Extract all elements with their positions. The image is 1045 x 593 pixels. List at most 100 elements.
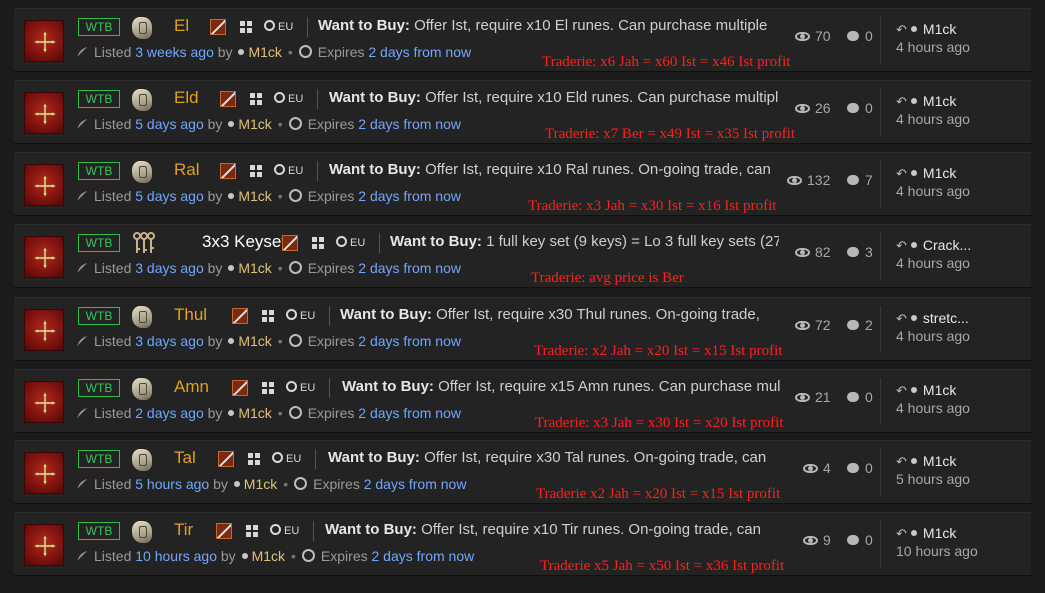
last-reply-name[interactable]: M1ck — [923, 525, 956, 541]
listing-title[interactable]: Want to Buy: Offer Ist, require x30 Thul… — [340, 304, 780, 326]
listing-title[interactable]: Want to Buy: Offer Ist, require x10 El r… — [318, 15, 780, 37]
listed-time[interactable]: 2 days ago — [135, 405, 204, 421]
author-link[interactable]: M1ck — [252, 548, 285, 564]
price-annotation: Traderie x5 Jah = x50 Ist = x36 Ist prof… — [540, 558, 785, 574]
expires-time[interactable]: 2 days from now — [372, 548, 475, 564]
author-link[interactable]: M1ck — [238, 188, 271, 204]
listed-time[interactable]: 5 days ago — [135, 116, 204, 132]
listing-row[interactable]: WTB Ral EU Want to Buy: Offer Ist, require … — [14, 152, 1031, 216]
author-link[interactable]: M1ck — [244, 476, 277, 492]
divider — [880, 378, 881, 424]
separator-dot: • — [277, 116, 283, 132]
views-value: 26 — [815, 100, 831, 116]
last-reply-time: 4 hours ago — [896, 400, 970, 416]
last-reply-name[interactable]: M1ck — [923, 165, 956, 181]
last-reply-user[interactable]: ↶ M1ck — [896, 92, 956, 111]
cross-icon — [33, 534, 57, 558]
views-value: 72 — [815, 317, 831, 333]
listing-avatar[interactable] — [24, 524, 64, 566]
listed-time[interactable]: 3 weeks ago — [135, 44, 214, 60]
listing-row[interactable]: WTB Tal EU Want to Buy: Offer Ist, require … — [14, 440, 1031, 504]
last-reply-name[interactable]: M1ck — [923, 93, 956, 109]
listing-title[interactable]: Want to Buy: Offer Ist, require x30 Tal … — [328, 447, 779, 469]
last-reply-name[interactable]: M1ck — [923, 382, 956, 398]
listing-avatar[interactable] — [24, 164, 64, 206]
globe-icon — [286, 381, 297, 392]
listing-row[interactable]: WTB 3x3 Keyset EU Want to Buy: 1 full key s… — [14, 224, 1031, 288]
separator-dot: • — [287, 44, 293, 60]
listing-row[interactable]: WTB El EU Want to Buy: Offer Ist, require x… — [14, 8, 1031, 72]
author-link[interactable]: M1ck — [238, 405, 271, 421]
ladder-icon — [218, 451, 234, 467]
author-link[interactable]: M1ck — [248, 44, 281, 60]
listing-row[interactable]: WTB Thul EU Want to Buy: Offer Ist, require… — [14, 297, 1031, 361]
listing-title[interactable]: Want to Buy: Offer Ist, require x10 Tir … — [325, 519, 779, 541]
by-label: by — [203, 188, 227, 204]
user-status-icon — [910, 315, 917, 321]
item-name[interactable]: Tir — [174, 519, 193, 541]
item-name[interactable]: Ral — [174, 159, 200, 181]
item-name[interactable]: 3x3 Keyset — [202, 231, 286, 253]
listed-time[interactable]: 5 hours ago — [135, 476, 209, 492]
last-reply-user[interactable]: ↶ M1ck — [896, 452, 956, 471]
listing-avatar[interactable] — [24, 92, 64, 134]
listing-avatar[interactable] — [24, 381, 64, 423]
listing-row[interactable]: WTB Eld EU Want to Buy: Offer Ist, require … — [14, 80, 1031, 144]
expires-time[interactable]: 2 days from now — [358, 333, 461, 349]
listing-title[interactable]: Want to Buy: Offer Ist, require x15 Amn … — [342, 376, 780, 398]
listing-row[interactable]: WTB Tir EU Want to Buy: Offer Ist, require … — [14, 512, 1031, 576]
wtb-badge: WTB — [78, 90, 120, 108]
listing-title[interactable]: Want to Buy: Offer Ist, require x10 Ral … — [329, 159, 779, 181]
listed-time[interactable]: 3 days ago — [135, 333, 204, 349]
last-reply-user[interactable]: ↶ M1ck — [896, 381, 956, 400]
separator-dot: • — [291, 548, 296, 564]
last-reply-user[interactable]: ↶ M1ck — [896, 164, 956, 183]
listing-avatar[interactable] — [24, 309, 64, 351]
comment-icon — [847, 320, 859, 330]
listing-row[interactable]: WTB Amn EU Want to Buy: Offer Ist, require … — [14, 369, 1031, 433]
item-name[interactable]: Tal — [174, 447, 196, 469]
rune-icon — [132, 449, 152, 471]
listing-avatar[interactable] — [24, 236, 64, 278]
expires-time[interactable]: 2 days from now — [368, 44, 471, 60]
listing-title[interactable]: Want to Buy: Offer Ist, require x10 Eld … — [329, 87, 779, 109]
last-reply-name[interactable]: M1ck — [923, 453, 956, 469]
stopwatch-icon — [301, 549, 315, 562]
author-link[interactable]: M1ck — [238, 260, 271, 276]
user-status-icon — [228, 193, 235, 199]
expires-time[interactable]: 2 days from now — [358, 188, 461, 204]
region-tag: EU — [264, 18, 293, 36]
author-link[interactable]: M1ck — [238, 333, 271, 349]
listed-time[interactable]: 3 days ago — [135, 260, 204, 276]
item-name[interactable]: Amn — [174, 376, 209, 398]
listing-title[interactable]: Want to Buy: 1 full key set (9 keys) = L… — [390, 231, 779, 253]
user-status-icon — [228, 121, 235, 127]
user-status-icon — [910, 242, 917, 248]
last-reply-time: 4 hours ago — [896, 111, 970, 127]
eye-icon — [795, 248, 810, 257]
last-reply-user[interactable]: ↶ stretc... — [896, 309, 969, 328]
globe-icon — [272, 452, 283, 463]
item-name[interactable]: Thul — [174, 304, 207, 326]
expires-time[interactable]: 2 days from now — [358, 260, 461, 276]
item-name[interactable]: Eld — [174, 87, 199, 109]
last-reply-name[interactable]: M1ck — [923, 21, 956, 37]
last-reply-name[interactable]: stretc... — [923, 310, 969, 326]
quill-icon — [76, 547, 88, 561]
listing-avatar[interactable] — [24, 20, 64, 62]
last-reply-user[interactable]: ↶ Crack... — [896, 236, 971, 255]
listing-avatar[interactable] — [24, 452, 64, 494]
last-reply-name[interactable]: Crack... — [923, 237, 971, 253]
last-reply-user[interactable]: ↶ M1ck — [896, 524, 956, 543]
by-label: by — [216, 548, 240, 564]
expires-time[interactable]: 2 days from now — [358, 405, 461, 421]
listed-time[interactable]: 10 hours ago — [135, 548, 217, 564]
author-link[interactable]: M1ck — [238, 116, 271, 132]
eye-icon — [795, 321, 810, 330]
wtb-badge: WTB — [78, 307, 120, 325]
expires-time[interactable]: 2 days from now — [364, 476, 467, 492]
listed-time[interactable]: 5 days ago — [135, 188, 204, 204]
last-reply-user[interactable]: ↶ M1ck — [896, 20, 956, 39]
expires-time[interactable]: 2 days from now — [358, 116, 461, 132]
item-name[interactable]: El — [174, 15, 189, 37]
